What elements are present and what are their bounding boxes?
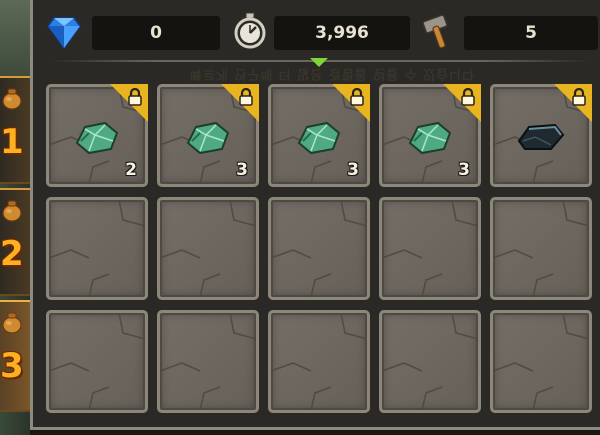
item-quantity: 3 (458, 160, 470, 180)
inventory-slot[interactable] (268, 197, 370, 300)
stone-crack-decor (160, 313, 256, 410)
lock-icon (350, 88, 364, 106)
stone-crack-decor (493, 200, 589, 297)
lock-icon (239, 88, 253, 106)
stone-crack-decor (49, 200, 145, 297)
stopwatch-icon (234, 12, 266, 49)
stone-crack-decor (271, 200, 367, 297)
inventory-grid: 2 3 3 3 (46, 84, 592, 413)
lock-icon (461, 88, 475, 106)
dark-ore-icon (517, 123, 565, 150)
item-quantity: 3 (347, 160, 359, 180)
side-tab-number: 1 (0, 122, 24, 162)
currency-bar: 0 3,996 5 (44, 8, 600, 56)
inventory-slot[interactable]: 2 (46, 84, 148, 187)
stone-crack-decor (271, 313, 367, 410)
pouch-icon (2, 312, 22, 334)
green-ore-icon (75, 121, 119, 155)
gem-count: 0 (92, 16, 220, 50)
scroll-indicator-arrow[interactable] (310, 58, 328, 67)
inventory-slot[interactable]: 3 (157, 84, 259, 187)
time-count: 3,996 (274, 16, 410, 50)
hammer-icon (422, 14, 448, 49)
side-tab-top-decor (0, 0, 30, 76)
inventory-slot[interactable] (379, 197, 481, 300)
hammer-count: 5 (464, 16, 598, 50)
inventory-slot[interactable]: 3 (268, 84, 370, 187)
side-tab-3[interactable]: 3 (0, 300, 30, 412)
stone-crack-decor (382, 200, 478, 297)
inventory-slot[interactable] (157, 197, 259, 300)
lock-icon (572, 88, 586, 106)
inventory-slot[interactable] (46, 310, 148, 413)
side-tab-number: 2 (0, 234, 24, 274)
inventory-slot[interactable] (490, 84, 592, 187)
item-quantity: 3 (236, 160, 248, 180)
stone-crack-decor (382, 313, 478, 410)
side-tab-2[interactable]: 2 (0, 188, 30, 296)
inventory-slot[interactable]: 3 (379, 84, 481, 187)
stone-crack-decor (160, 200, 256, 297)
side-tab-number: 3 (0, 346, 24, 386)
pouch-icon (2, 88, 22, 110)
diamond-gem-icon (47, 17, 81, 50)
green-ore-icon (297, 121, 341, 155)
lock-icon (128, 88, 142, 106)
inventory-slot[interactable] (490, 310, 592, 413)
inventory-slot[interactable] (46, 197, 148, 300)
item-quantity: 2 (125, 160, 137, 180)
green-ore-icon (408, 121, 452, 155)
green-ore-icon (186, 121, 230, 155)
inventory-slot[interactable] (157, 310, 259, 413)
background-hint-text: 빠르게 연구해 더 많은 경험을 얻을 수 있습니다 (190, 66, 475, 81)
side-tab-bar: 1 2 3 (0, 0, 30, 435)
inventory-slot[interactable] (268, 310, 370, 413)
pouch-icon (2, 200, 22, 222)
inventory-slot[interactable] (379, 310, 481, 413)
side-tab-1[interactable]: 1 (0, 76, 30, 184)
stone-crack-decor (493, 313, 589, 410)
inventory-slot[interactable] (490, 197, 592, 300)
stone-crack-decor (49, 313, 145, 410)
